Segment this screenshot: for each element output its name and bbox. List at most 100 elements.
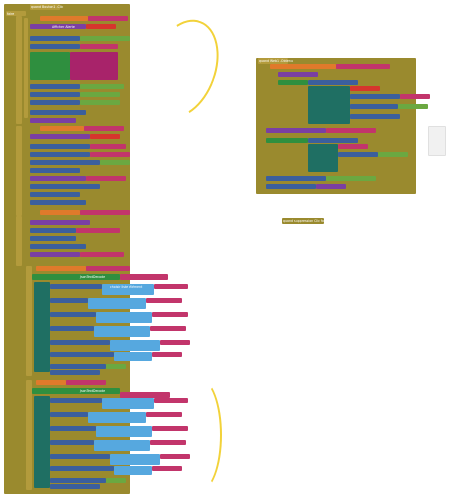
if-condition-4[interactable] xyxy=(36,266,86,271)
set-row-14[interactable] xyxy=(30,228,76,233)
right-loop-body[interactable] xyxy=(308,86,350,124)
json-row-10[interactable] xyxy=(50,412,88,417)
json-row-14[interactable] xyxy=(50,466,114,471)
right-set-row-2[interactable] xyxy=(350,94,400,99)
empty-note-block[interactable] xyxy=(428,126,446,156)
right-call-arg-2[interactable] xyxy=(326,128,376,133)
set-row-3[interactable] xyxy=(30,84,80,89)
compare-block-3[interactable] xyxy=(80,210,130,215)
right-set-value-2[interactable] xyxy=(400,94,430,99)
text-arg-3[interactable] xyxy=(90,134,120,139)
set-value-7[interactable] xyxy=(90,144,126,149)
choose-arg-12[interactable] xyxy=(152,466,182,471)
if-block-2[interactable] xyxy=(24,18,28,118)
local-var-block-2[interactable]: JsonTextDecode xyxy=(32,388,120,394)
if-condition-1[interactable] xyxy=(40,16,88,21)
call-row-6[interactable] xyxy=(30,252,80,257)
choose-arg-2[interactable] xyxy=(146,298,182,303)
set-row-8[interactable] xyxy=(30,152,90,157)
right-set-value-6[interactable] xyxy=(378,152,408,157)
compare-block-2[interactable] xyxy=(84,126,124,131)
json-row-5[interactable] xyxy=(50,340,110,345)
right-set-value-3[interactable] xyxy=(398,104,428,109)
local-var-block-1[interactable]: JsonTextDecode xyxy=(32,274,120,280)
if-condition-5[interactable] xyxy=(36,380,66,385)
right-call-row-3[interactable] xyxy=(316,184,346,189)
loop-block-1[interactable] xyxy=(30,52,70,80)
right-set-row[interactable] xyxy=(308,80,358,85)
if-block-6[interactable] xyxy=(26,380,32,490)
right-call-row-2[interactable] xyxy=(266,128,326,133)
call-row-2[interactable] xyxy=(30,118,76,123)
set-value-1[interactable] xyxy=(80,36,130,41)
set-value-2[interactable] xyxy=(80,44,118,49)
json-row-8[interactable] xyxy=(50,370,100,375)
compare-block-1[interactable] xyxy=(88,16,128,21)
choose-9[interactable] xyxy=(96,426,152,437)
choose-7[interactable] xyxy=(102,398,154,409)
right-loop-block[interactable] xyxy=(278,80,308,85)
decode-arg-1[interactable] xyxy=(120,274,168,280)
text-arg-6[interactable] xyxy=(80,252,124,257)
right-set-value-7[interactable] xyxy=(326,176,376,181)
json-row-6[interactable] xyxy=(50,352,114,357)
compare-block-4[interactable] xyxy=(86,266,130,271)
choose-arg-8[interactable] xyxy=(146,412,182,417)
json-row-7[interactable] xyxy=(50,364,106,369)
right-set-row-6[interactable] xyxy=(338,152,378,157)
event-header[interactable]: quand Bouton1 .Clic xyxy=(30,4,63,10)
call-row-4[interactable] xyxy=(30,176,86,181)
set-value-5[interactable] xyxy=(80,100,120,105)
set-row-5[interactable] xyxy=(30,100,80,105)
json-row-11[interactable] xyxy=(50,426,96,431)
choose-arg-1[interactable] xyxy=(154,284,188,289)
right-set-row-8[interactable] xyxy=(266,184,316,189)
text-arg-1[interactable] xyxy=(86,24,116,29)
right-if-condition[interactable] xyxy=(270,64,336,69)
json-row-2[interactable] xyxy=(50,298,88,303)
choose-12[interactable] xyxy=(114,466,152,475)
loop-arg-1[interactable] xyxy=(70,52,118,80)
set-row-16[interactable] xyxy=(30,244,86,249)
set-row-11[interactable] xyxy=(30,184,100,189)
if-block-5[interactable] xyxy=(26,266,32,376)
json-row-12[interactable] xyxy=(50,440,94,445)
set-row-9[interactable] xyxy=(30,160,100,165)
if-block-4[interactable] xyxy=(16,216,22,266)
set-row-13[interactable] xyxy=(30,200,86,205)
json-row-15[interactable] xyxy=(50,478,106,483)
right-set-row-3[interactable] xyxy=(350,104,398,109)
orphan-event-block[interactable]: quand suppression Clic fait xyxy=(282,218,326,224)
choose-8[interactable] xyxy=(88,412,146,423)
call-row-3[interactable] xyxy=(30,134,90,139)
set-row-15[interactable] xyxy=(30,236,76,241)
choose-6[interactable] xyxy=(114,352,152,361)
set-row-1[interactable] xyxy=(30,36,80,41)
json-row-4[interactable] xyxy=(50,326,94,331)
json-row-13[interactable] xyxy=(50,454,110,459)
right-call-row[interactable] xyxy=(278,72,318,77)
json-value-7[interactable] xyxy=(106,364,126,369)
if-condition-3[interactable] xyxy=(40,210,80,215)
choose-1[interactable]: choisir liste élément xyxy=(102,284,154,295)
set-row-7[interactable] xyxy=(30,144,90,149)
set-value-14[interactable] xyxy=(76,228,120,233)
call-row-1[interactable]: Afficher Alerte xyxy=(30,24,86,29)
set-row-12[interactable] xyxy=(30,192,80,197)
choose-2[interactable] xyxy=(88,298,146,309)
right-compare[interactable] xyxy=(336,64,390,69)
local-body-2[interactable] xyxy=(34,396,50,488)
choose-arg-3[interactable] xyxy=(152,312,188,317)
set-value-4[interactable] xyxy=(80,92,120,97)
json-row-3[interactable] xyxy=(50,312,96,317)
json-row-9[interactable] xyxy=(50,398,102,403)
set-value-9[interactable] xyxy=(100,160,130,165)
right-event-block[interactable] xyxy=(256,58,416,194)
set-row-4[interactable] xyxy=(30,92,80,97)
right-set-row-7[interactable] xyxy=(266,176,326,181)
choose-arg-4[interactable] xyxy=(150,326,186,331)
if-condition-2[interactable] xyxy=(40,126,84,131)
json-row-16[interactable] xyxy=(50,484,100,489)
choose-4[interactable] xyxy=(94,326,150,337)
call-row-5[interactable] xyxy=(30,220,90,225)
